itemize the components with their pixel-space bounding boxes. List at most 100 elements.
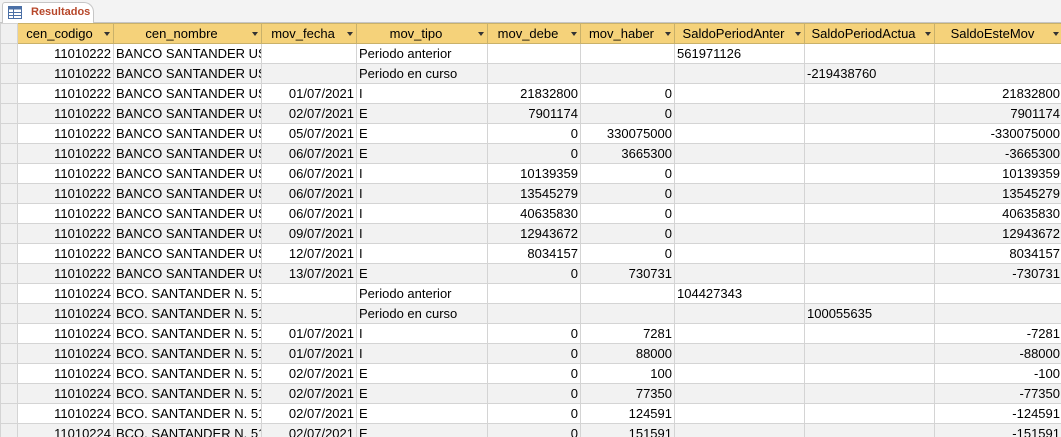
table-row[interactable]: 11010222 BANCO SANTANDER US 06/07/2021 I 135… <box>0 183 1061 204</box>
cell-cen-codigo[interactable]: 11010224 <box>17 343 114 364</box>
row-selector[interactable] <box>0 323 18 344</box>
cell-saldoestemov[interactable] <box>934 43 1061 64</box>
column-header-cen-nombre[interactable]: cen_nombre <box>113 23 262 44</box>
cell-mov-tipo[interactable]: E <box>356 403 488 424</box>
cell-mov-tipo[interactable]: E <box>356 363 488 384</box>
row-selector[interactable] <box>0 143 18 164</box>
filter-dropdown-arrow-icon[interactable] <box>665 32 671 36</box>
row-selector[interactable] <box>0 103 18 124</box>
cell-mov-tipo[interactable]: E <box>356 263 488 284</box>
cell-mov-haber[interactable]: 0 <box>580 203 675 224</box>
cell-mov-haber[interactable]: 151591 <box>580 423 675 437</box>
row-selector[interactable] <box>0 83 18 104</box>
cell-mov-debe[interactable]: 12943672 <box>487 223 581 244</box>
cell-mov-haber[interactable]: 124591 <box>580 403 675 424</box>
row-selector[interactable] <box>0 423 18 437</box>
cell-saldoestemov[interactable]: -730731 <box>934 263 1061 284</box>
cell-mov-debe[interactable]: 0 <box>487 143 581 164</box>
cell-mov-tipo[interactable]: Periodo en curso <box>356 303 488 324</box>
cell-cen-codigo[interactable]: 11010222 <box>17 123 114 144</box>
table-row[interactable]: 11010224 BCO. SANTANDER N. 51 02/07/2021 E 0… <box>0 363 1061 384</box>
filter-dropdown-arrow-icon[interactable] <box>252 32 258 36</box>
cell-mov-haber[interactable]: 0 <box>580 243 675 264</box>
cell-saldoperiodactua[interactable] <box>804 83 935 104</box>
column-header-mov-tipo[interactable]: mov_tipo <box>356 23 488 44</box>
cell-cen-nombre[interactable]: BANCO SANTANDER US <box>113 163 262 184</box>
cell-mov-debe[interactable]: 21832800 <box>487 83 581 104</box>
cell-cen-nombre[interactable]: BANCO SANTANDER US <box>113 63 262 84</box>
cell-cen-codigo[interactable]: 11010222 <box>17 143 114 164</box>
table-row[interactable]: 11010222 BANCO SANTANDER US 01/07/2021 I 218… <box>0 83 1061 104</box>
cell-mov-tipo[interactable]: I <box>356 323 488 344</box>
cell-mov-fecha[interactable] <box>261 303 357 324</box>
table-row[interactable]: 11010222 BANCO SANTANDER US 06/07/2021 I 406… <box>0 203 1061 224</box>
table-row[interactable]: 11010222 BANCO SANTANDER US 02/07/2021 E 790… <box>0 103 1061 124</box>
table-row[interactable]: 11010224 BCO. SANTANDER N. 51 Periodo en c… <box>0 303 1061 324</box>
cell-saldoestemov[interactable]: -100 <box>934 363 1061 384</box>
cell-cen-codigo[interactable]: 11010222 <box>17 183 114 204</box>
row-selector[interactable] <box>0 203 18 224</box>
cell-mov-debe[interactable]: 0 <box>487 423 581 437</box>
cell-cen-nombre[interactable]: BCO. SANTANDER N. 51 <box>113 383 262 404</box>
cell-saldoestemov[interactable]: 40635830 <box>934 203 1061 224</box>
table-row[interactable]: 11010222 BANCO SANTANDER US 13/07/2021 E 0 73… <box>0 263 1061 284</box>
cell-cen-nombre[interactable]: BANCO SANTANDER US <box>113 103 262 124</box>
cell-mov-fecha[interactable]: 05/07/2021 <box>261 123 357 144</box>
table-row[interactable]: 11010224 BCO. SANTANDER N. 51 01/07/2021 I 0… <box>0 343 1061 364</box>
filter-dropdown-arrow-icon[interactable] <box>478 32 484 36</box>
cell-saldoperiodanter[interactable] <box>674 123 805 144</box>
cell-saldoperiodanter[interactable] <box>674 363 805 384</box>
cell-mov-debe[interactable] <box>487 303 581 324</box>
cell-cen-nombre[interactable]: BANCO SANTANDER US <box>113 183 262 204</box>
cell-saldoperiodanter[interactable] <box>674 83 805 104</box>
cell-mov-fecha[interactable]: 02/07/2021 <box>261 383 357 404</box>
filter-dropdown-arrow-icon[interactable] <box>347 32 353 36</box>
cell-saldoperiodactua[interactable] <box>804 123 935 144</box>
cell-mov-debe[interactable]: 0 <box>487 343 581 364</box>
cell-saldoestemov[interactable]: -88000 <box>934 343 1061 364</box>
column-header-mov-haber[interactable]: mov_haber <box>580 23 675 44</box>
cell-mov-haber[interactable]: 0 <box>580 163 675 184</box>
cell-saldoestemov[interactable]: -151591 <box>934 423 1061 437</box>
cell-saldoperiodactua[interactable] <box>804 223 935 244</box>
filter-dropdown-arrow-icon[interactable] <box>795 32 801 36</box>
filter-dropdown-arrow-icon[interactable] <box>925 32 931 36</box>
cell-mov-tipo[interactable]: I <box>356 83 488 104</box>
cell-saldoperiodactua[interactable] <box>804 263 935 284</box>
cell-mov-fecha[interactable]: 01/07/2021 <box>261 83 357 104</box>
cell-cen-codigo[interactable]: 11010224 <box>17 363 114 384</box>
cell-cen-nombre[interactable]: BCO. SANTANDER N. 51 <box>113 403 262 424</box>
cell-cen-nombre[interactable]: BCO. SANTANDER N. 51 <box>113 343 262 364</box>
cell-saldoestemov[interactable]: -77350 <box>934 383 1061 404</box>
cell-mov-fecha[interactable]: 06/07/2021 <box>261 203 357 224</box>
cell-mov-haber[interactable]: 330075000 <box>580 123 675 144</box>
cell-mov-tipo[interactable]: E <box>356 103 488 124</box>
cell-saldoperiodactua[interactable]: -219438760 <box>804 63 935 84</box>
cell-saldoperiodanter[interactable] <box>674 263 805 284</box>
cell-cen-codigo[interactable]: 11010224 <box>17 323 114 344</box>
cell-cen-nombre[interactable]: BANCO SANTANDER US <box>113 223 262 244</box>
column-header-mov-fecha[interactable]: mov_fecha <box>261 23 357 44</box>
table-row[interactable]: 11010222 BANCO SANTANDER US 06/07/2021 E 0 36… <box>0 143 1061 164</box>
cell-saldoestemov[interactable]: 12943672 <box>934 223 1061 244</box>
cell-mov-haber[interactable]: 0 <box>580 83 675 104</box>
cell-mov-debe[interactable]: 0 <box>487 123 581 144</box>
column-header-saldoperiodactua[interactable]: SaldoPeriodActua <box>804 23 935 44</box>
table-row[interactable]: 11010222 BANCO SANTANDER US Periodo anteri… <box>0 43 1061 64</box>
cell-saldoperiodactua[interactable] <box>804 143 935 164</box>
cell-mov-debe[interactable]: 13545279 <box>487 183 581 204</box>
cell-saldoperiodanter[interactable] <box>674 243 805 264</box>
cell-mov-tipo[interactable]: E <box>356 423 488 437</box>
table-row[interactable]: 11010224 BCO. SANTANDER N. 51 02/07/2021 E 0… <box>0 383 1061 404</box>
cell-saldoperiodactua[interactable] <box>804 323 935 344</box>
cell-mov-tipo[interactable]: E <box>356 143 488 164</box>
row-selector[interactable] <box>0 243 18 264</box>
table-row[interactable]: 11010222 BANCO SANTANDER US 12/07/2021 I 803… <box>0 243 1061 264</box>
cell-mov-debe[interactable]: 7901174 <box>487 103 581 124</box>
cell-saldoperiodactua[interactable] <box>804 343 935 364</box>
cell-mov-debe[interactable]: 0 <box>487 263 581 284</box>
cell-mov-fecha[interactable]: 13/07/2021 <box>261 263 357 284</box>
table-row[interactable]: 11010222 BANCO SANTANDER US 05/07/2021 E 0 33… <box>0 123 1061 144</box>
cell-saldoperiodanter[interactable] <box>674 223 805 244</box>
row-selector[interactable] <box>0 343 18 364</box>
